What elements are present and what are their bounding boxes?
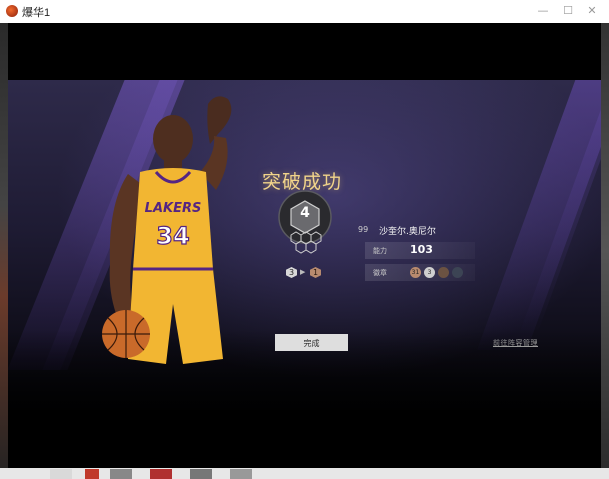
badge-chip — [438, 267, 449, 278]
stat-label: 能力 — [373, 247, 387, 255]
minimize-icon[interactable]: — — [536, 4, 550, 18]
stat-label: 徽章 — [373, 269, 387, 277]
player-name: 沙奎尔.奥尼尔 — [379, 227, 436, 237]
taskbar-thumb — [230, 469, 252, 479]
done-button[interactable]: 完成 — [275, 334, 348, 351]
stat-row-badges: 徽章 31 3 — [365, 264, 475, 281]
window-title: 爆华1 — [22, 7, 51, 19]
progress-from-badge: 3 — [286, 267, 297, 278]
background-right-edge — [601, 23, 609, 479]
jersey-number: 34 — [156, 222, 189, 250]
taskbar-thumb — [110, 469, 132, 479]
taskbar-thumb — [190, 469, 212, 479]
stat-row-ability: 能力 103 — [365, 242, 475, 259]
jersey-team-text: LAKERS — [145, 201, 202, 216]
basketball-app-icon — [6, 5, 18, 17]
badge-chip: 3 — [424, 267, 435, 278]
player-head — [153, 115, 193, 163]
ability-value: 103 — [410, 243, 433, 256]
close-icon[interactable]: ✕ — [585, 4, 599, 18]
breakthrough-progress: 3 ▶ 1 — [286, 267, 326, 281]
badge-chip — [452, 267, 463, 278]
progress-to-badge: 1 — [310, 267, 321, 278]
game-window: 爆华1 — ☐ ✕ LAKERS 34 突破成功 4 3 ▶ 1 99 沙奎尔.… — [0, 0, 609, 479]
game-viewport: LAKERS 34 突破成功 4 3 ▶ 1 99 沙奎尔.奥尼尔 能力 103… — [8, 23, 601, 468]
taskbar-thumb — [150, 469, 172, 479]
player-rank: 99 — [358, 225, 369, 234]
badge-chip: 31 — [410, 267, 421, 278]
title-bar: 爆华1 — ☐ ✕ — [0, 0, 609, 24]
taskbar-thumb — [85, 469, 99, 479]
background-left-edge — [0, 23, 8, 479]
lineup-management-link[interactable]: 前往阵容管理 — [493, 338, 538, 348]
player-portrait: LAKERS 34 — [102, 96, 232, 364]
level-number: 4 — [300, 205, 310, 221]
maximize-icon[interactable]: ☐ — [561, 4, 575, 18]
player-jersey — [133, 168, 213, 274]
taskbar-thumb — [50, 469, 72, 479]
arrow-right-icon: ▶ — [300, 268, 306, 276]
